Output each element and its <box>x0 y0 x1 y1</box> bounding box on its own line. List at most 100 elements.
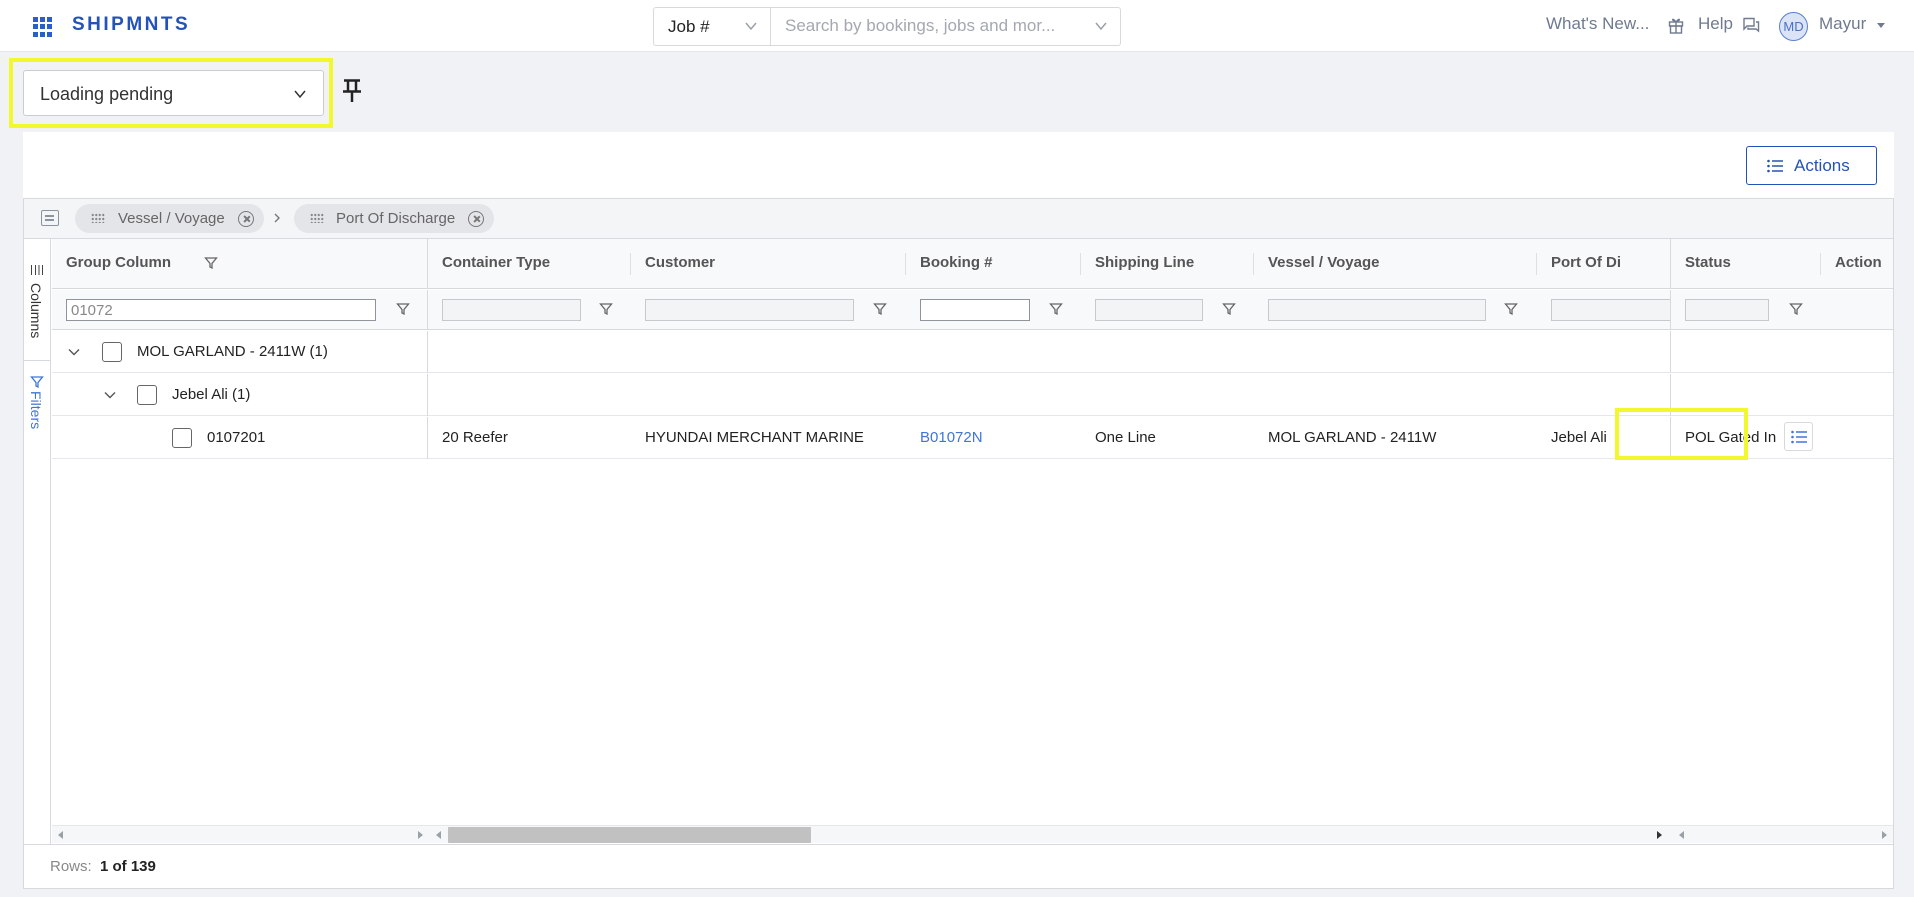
header-label: Action <box>1835 254 1882 271</box>
header-port-of-discharge[interactable]: Port Of Di <box>1537 239 1670 289</box>
gift-icon[interactable] <box>1668 16 1684 34</box>
group-chip-vessel-voyage[interactable]: Vessel / Voyage <box>75 204 264 233</box>
scroll-right-icon[interactable] <box>418 831 423 839</box>
chevron-down-icon[interactable] <box>104 390 116 400</box>
view-select[interactable]: Loading pending <box>23 70 324 116</box>
port-of-discharge-cell: Jebel Ali <box>1551 429 1607 446</box>
user-menu[interactable]: Mayur <box>1819 14 1866 34</box>
tab-columns-label: Columns <box>28 283 44 339</box>
filter-icon[interactable] <box>1222 302 1236 316</box>
actions-button[interactable]: Actions <box>1746 146 1877 185</box>
customer-filter-input[interactable] <box>645 299 854 321</box>
port-of-discharge-filter-input[interactable] <box>1551 299 1670 321</box>
scroll-thumb[interactable] <box>448 827 811 843</box>
status-filter-input[interactable] <box>1685 299 1769 321</box>
caret-down-icon[interactable] <box>1877 23 1885 28</box>
grid-footer: Rows: 1 of 139 <box>24 844 1893 888</box>
search-type-label: Job # <box>668 17 710 36</box>
container-number: 0107201 <box>207 429 266 446</box>
container-type-filter-input[interactable] <box>442 299 581 321</box>
filter-icon[interactable] <box>1049 302 1063 316</box>
global-search[interactable] <box>770 7 1121 46</box>
booking-filter-input[interactable] <box>920 299 1030 321</box>
shipping-line-filter-input[interactable] <box>1095 299 1203 321</box>
search-input[interactable] <box>785 16 1085 36</box>
shipping-line-cell: One Line <box>1095 429 1156 446</box>
tab-columns[interactable]: Columns <box>24 265 50 361</box>
scroll-right-icon[interactable] <box>1882 831 1887 839</box>
header-customer[interactable]: Customer <box>631 239 905 289</box>
scroll-right-icon[interactable] <box>1657 831 1662 839</box>
header-vessel-voyage[interactable]: Vessel / Voyage <box>1254 239 1536 289</box>
row-checkbox[interactable] <box>102 342 122 362</box>
filter-icon[interactable] <box>599 302 613 316</box>
header-action: Action <box>1821 239 1893 289</box>
vessel-voyage-filter-input[interactable] <box>1268 299 1486 321</box>
scroll-left-icon[interactable] <box>58 831 63 839</box>
header-label: Port Of Di <box>1551 254 1621 271</box>
remove-chip-icon[interactable] <box>468 211 484 227</box>
header-group-column[interactable]: Group Column <box>52 239 427 289</box>
header-status[interactable]: Status <box>1671 239 1820 289</box>
apps-grid-icon[interactable] <box>33 17 53 37</box>
tab-filters[interactable]: Filters <box>24 375 50 455</box>
filter-icon[interactable] <box>1789 302 1803 316</box>
pin-icon[interactable] <box>340 78 364 104</box>
chevron-down-icon <box>294 90 306 99</box>
rows-count: 1 of 139 <box>100 858 156 875</box>
search-type-select[interactable]: Job # <box>653 7 771 46</box>
header-container-type[interactable]: Container Type <box>428 239 630 289</box>
row-group-panel: Vessel / Voyage Port Of Discharge <box>24 199 1893 239</box>
data-grid: Vessel / Voyage Port Of Discharge Column… <box>23 198 1894 889</box>
list-icon <box>1767 159 1783 173</box>
top-bar: SHIPMNTS Job # What's New... Help MD May… <box>0 0 1914 52</box>
header-booking[interactable]: Booking # <box>906 239 1080 289</box>
scroll-left-icon[interactable] <box>1679 831 1684 839</box>
whats-new-link[interactable]: What's New... <box>1546 14 1649 34</box>
header-label: Shipping Line <box>1095 254 1195 271</box>
group-label: Jebel Ali (1) <box>172 386 251 403</box>
avatar[interactable]: MD <box>1779 12 1808 41</box>
group-row-vessel[interactable]: MOL GARLAND - 2411W (1) <box>52 331 1893 373</box>
header-label: Status <box>1685 254 1731 271</box>
row-action-button[interactable] <box>1784 422 1813 451</box>
filter-icon[interactable] <box>396 302 410 316</box>
filter-icon[interactable] <box>1504 302 1518 316</box>
header-shipping-line[interactable]: Shipping Line <box>1081 239 1253 289</box>
header-row: Group Column Container Type Customer Boo… <box>52 239 1893 289</box>
chevron-right-icon <box>274 213 280 223</box>
header-label: Booking # <box>920 254 993 271</box>
drag-handle-icon[interactable] <box>310 213 324 223</box>
filter-icon <box>30 376 44 389</box>
booking-link[interactable]: B01072N <box>920 429 983 446</box>
columns-icon <box>31 265 43 275</box>
drag-handle-icon[interactable] <box>91 213 105 223</box>
group-label: MOL GARLAND - 2411W (1) <box>137 343 328 360</box>
filter-icon[interactable] <box>204 256 218 270</box>
help-link[interactable]: Help <box>1698 14 1733 34</box>
header-label: Container Type <box>442 254 551 271</box>
row-checkbox[interactable] <box>137 385 157 405</box>
remove-chip-icon[interactable] <box>238 211 254 227</box>
status-highlight <box>1615 408 1748 460</box>
actions-button-label: Actions <box>1794 156 1850 175</box>
chevron-down-icon <box>745 22 757 31</box>
group-column-filter-input[interactable] <box>66 299 376 321</box>
group-chip-label: Port Of Discharge <box>336 210 456 227</box>
tab-filters-label: Filters <box>28 391 44 430</box>
filter-icon[interactable] <box>873 302 887 316</box>
brand-logo[interactable]: SHIPMNTS <box>72 14 190 36</box>
chat-icon[interactable] <box>1742 17 1760 33</box>
group-chip-port-of-discharge[interactable]: Port Of Discharge <box>294 204 494 233</box>
scroll-left-icon[interactable] <box>436 831 441 839</box>
chevron-down-icon <box>1095 22 1107 31</box>
view-select-value: Loading pending <box>40 84 174 104</box>
side-tool-panel: Columns Filters <box>24 239 51 888</box>
row-checkbox[interactable] <box>172 428 192 448</box>
rows-label: Rows: <box>50 858 92 875</box>
header-label: Vessel / Voyage <box>1268 254 1380 271</box>
group-chip-label: Vessel / Voyage <box>118 210 225 227</box>
vessel-voyage-cell: MOL GARLAND - 2411W <box>1268 429 1437 446</box>
horizontal-scrollbar[interactable] <box>52 825 1893 843</box>
chevron-down-icon[interactable] <box>68 347 80 357</box>
